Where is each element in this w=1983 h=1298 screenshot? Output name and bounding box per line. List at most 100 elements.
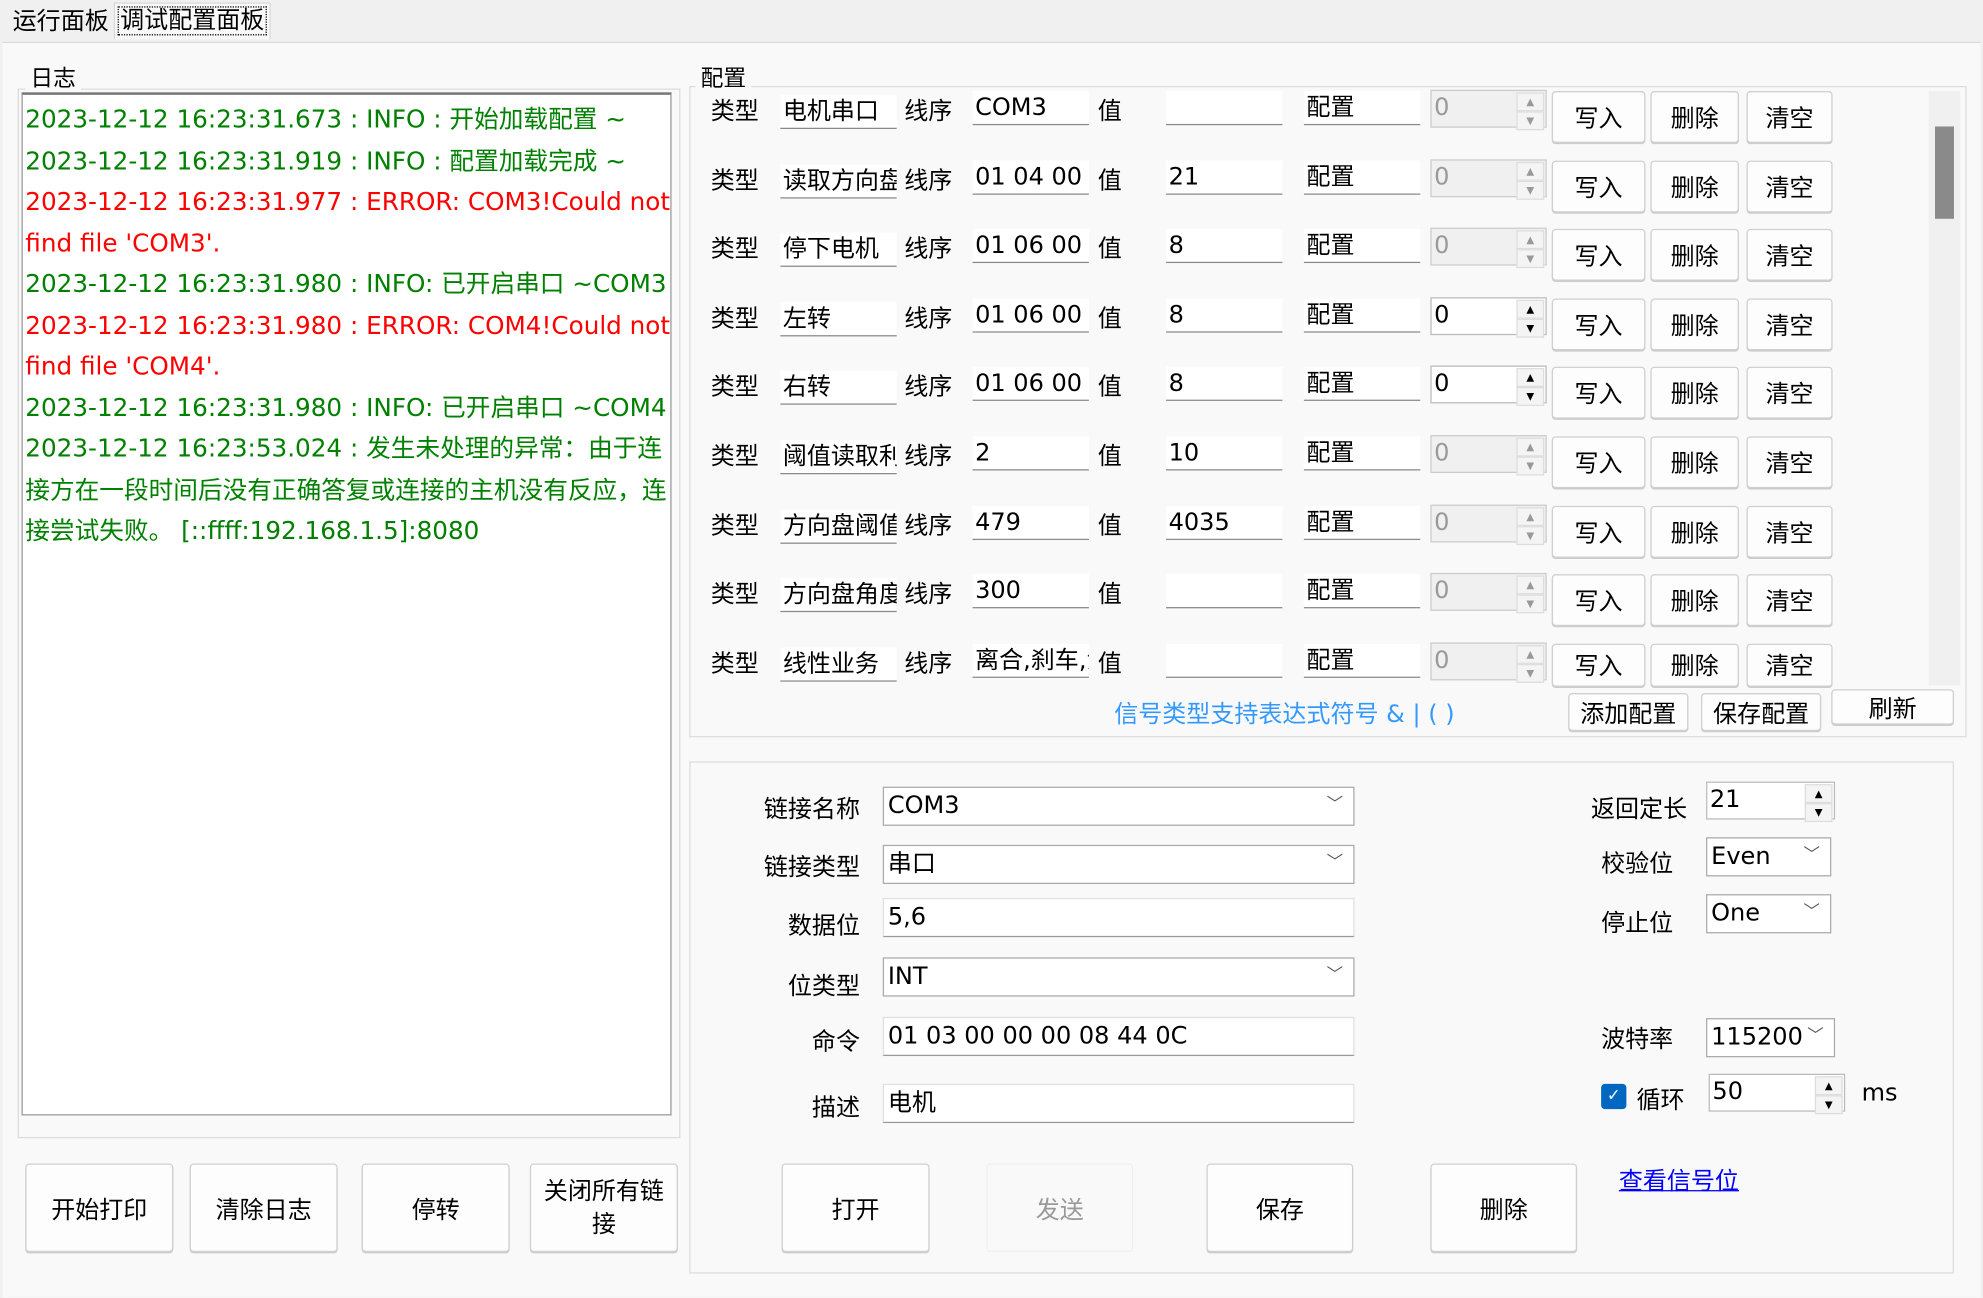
order-input[interactable]: 01 06 00 4 bbox=[972, 229, 1089, 264]
order-input[interactable]: 离合,刹车,油 bbox=[972, 643, 1089, 678]
type-input[interactable]: 方向盘阈值 bbox=[780, 509, 897, 544]
config-spinner[interactable]: 0 ▲ ▼ bbox=[1430, 227, 1547, 269]
spin-up-icon[interactable]: ▲ bbox=[1516, 161, 1545, 181]
spin-up-icon[interactable]: ▲ bbox=[1516, 437, 1545, 457]
spin-up-icon[interactable]: ▲ bbox=[1814, 1076, 1843, 1096]
config-input[interactable]: 配置 bbox=[1303, 367, 1421, 402]
clear-row-button[interactable]: 清空 bbox=[1746, 160, 1833, 212]
clear-row-button[interactable]: 清空 bbox=[1746, 436, 1833, 489]
value-input[interactable]: 4035 bbox=[1166, 505, 1283, 540]
loop-interval-spinner[interactable]: 50 ▲ ▼ bbox=[1708, 1073, 1846, 1115]
spin-up-icon[interactable]: ▲ bbox=[1516, 368, 1545, 388]
spin-up-icon[interactable]: ▲ bbox=[1516, 575, 1545, 595]
delete-row-button[interactable]: 删除 bbox=[1650, 643, 1739, 687]
write-button[interactable]: 写入 bbox=[1551, 91, 1646, 143]
type-input[interactable]: 右转 bbox=[780, 371, 897, 406]
config-spinner[interactable]: 0 ▲ ▼ bbox=[1430, 365, 1547, 407]
stop-bits-select[interactable]: One ﹀ bbox=[1706, 894, 1832, 934]
command-input[interactable]: 01 03 00 00 00 08 44 0C bbox=[882, 1016, 1355, 1057]
view-signals-link[interactable]: 查看信号位 bbox=[1619, 1162, 1739, 1196]
config-spinner[interactable]: 0 ▲ ▼ bbox=[1430, 158, 1547, 200]
delete-row-button[interactable]: 删除 bbox=[1650, 574, 1739, 627]
value-input[interactable] bbox=[1166, 643, 1283, 678]
value-input[interactable]: 21 bbox=[1166, 160, 1283, 195]
config-input[interactable]: 配置 bbox=[1303, 643, 1421, 678]
config-input[interactable]: 配置 bbox=[1303, 91, 1421, 126]
spin-down-icon[interactable]: ▼ bbox=[1516, 387, 1545, 407]
parity-select[interactable]: Even ﹀ bbox=[1706, 837, 1832, 877]
spin-up-icon[interactable]: ▲ bbox=[1516, 92, 1545, 112]
config-input[interactable]: 配置 bbox=[1303, 160, 1421, 195]
config-spinner[interactable]: 0 ▲ ▼ bbox=[1430, 296, 1547, 338]
spin-down-icon[interactable]: ▼ bbox=[1814, 1095, 1843, 1115]
description-input[interactable]: 电机 bbox=[882, 1083, 1355, 1124]
add-config-button[interactable]: 添加配置 bbox=[1568, 693, 1689, 731]
spin-down-icon[interactable]: ▼ bbox=[1516, 663, 1545, 683]
write-button[interactable]: 写入 bbox=[1551, 229, 1646, 282]
baud-rate-select[interactable]: 115200 ﹀ bbox=[1706, 1018, 1836, 1058]
delete-row-button[interactable]: 删除 bbox=[1650, 91, 1739, 143]
save-config-button[interactable]: 保存配置 bbox=[1701, 693, 1822, 731]
config-spinner[interactable]: 0 ▲ ▼ bbox=[1430, 573, 1547, 614]
clear-log-button[interactable]: 清除日志 bbox=[189, 1163, 338, 1253]
value-input[interactable]: 8 bbox=[1166, 229, 1283, 264]
spin-down-icon[interactable]: ▼ bbox=[1516, 456, 1545, 476]
link-type-select[interactable]: 串口 ﹀ bbox=[882, 844, 1355, 885]
config-spinner[interactable]: 0 ▲ ▼ bbox=[1430, 642, 1547, 683]
delete-row-button[interactable]: 删除 bbox=[1650, 229, 1739, 282]
write-button[interactable]: 写入 bbox=[1551, 160, 1646, 212]
config-spinner[interactable]: 0 ▲ ▼ bbox=[1430, 504, 1547, 545]
spin-down-icon[interactable]: ▼ bbox=[1516, 111, 1545, 131]
clear-row-button[interactable]: 清空 bbox=[1746, 643, 1833, 687]
type-input[interactable]: 阈值读取利 bbox=[780, 440, 897, 475]
spin-up-icon[interactable]: ▲ bbox=[1516, 230, 1545, 250]
type-input[interactable]: 方向盘角度 bbox=[780, 578, 897, 613]
link-name-select[interactable]: COM3 ﹀ bbox=[882, 786, 1355, 826]
save-button[interactable]: 保存 bbox=[1206, 1163, 1354, 1253]
spin-up-icon[interactable]: ▲ bbox=[1516, 644, 1545, 664]
order-input[interactable]: 01 04 00 0 bbox=[972, 160, 1089, 195]
type-input[interactable]: 电机串口 bbox=[780, 94, 897, 129]
type-input[interactable]: 线性业务 bbox=[780, 647, 897, 682]
spin-down-icon[interactable]: ▼ bbox=[1516, 180, 1545, 200]
tab-debug-config-panel[interactable]: 调试配置面板 bbox=[113, 2, 271, 40]
delete-row-button[interactable]: 删除 bbox=[1650, 160, 1739, 212]
delete-row-button[interactable]: 删除 bbox=[1650, 436, 1739, 489]
value-input[interactable] bbox=[1166, 91, 1283, 126]
clear-row-button[interactable]: 清空 bbox=[1746, 367, 1833, 420]
refresh-button[interactable]: 刷新 bbox=[1831, 689, 1954, 725]
type-input[interactable]: 读取方向盘 bbox=[780, 163, 897, 199]
write-button[interactable]: 写入 bbox=[1551, 367, 1646, 420]
delete-button[interactable]: 删除 bbox=[1430, 1163, 1578, 1253]
spin-down-icon[interactable]: ▼ bbox=[1516, 594, 1545, 614]
config-input[interactable]: 配置 bbox=[1303, 436, 1421, 471]
order-input[interactable]: 2 bbox=[972, 436, 1089, 471]
value-input[interactable]: 8 bbox=[1166, 298, 1283, 333]
clear-row-button[interactable]: 清空 bbox=[1746, 574, 1833, 627]
bit-type-select[interactable]: INT ﹀ bbox=[882, 957, 1355, 997]
tab-run-panel[interactable]: 运行面板 bbox=[8, 5, 114, 42]
spin-down-icon[interactable]: ▼ bbox=[1516, 318, 1545, 338]
type-input[interactable]: 停下电机 bbox=[780, 232, 897, 268]
write-button[interactable]: 写入 bbox=[1551, 643, 1646, 687]
spin-down-icon[interactable]: ▼ bbox=[1804, 803, 1833, 823]
clear-row-button[interactable]: 清空 bbox=[1746, 505, 1833, 558]
loop-checkbox[interactable]: ✓ bbox=[1601, 1083, 1627, 1110]
data-bits-input[interactable]: 5,6 bbox=[882, 897, 1355, 938]
config-spinner[interactable]: 0 ▲ ▼ bbox=[1430, 89, 1547, 131]
spin-up-icon[interactable]: ▲ bbox=[1804, 784, 1833, 804]
value-input[interactable]: 8 bbox=[1166, 367, 1283, 402]
write-button[interactable]: 写入 bbox=[1551, 436, 1646, 489]
type-input[interactable]: 左转 bbox=[780, 302, 897, 337]
order-input[interactable]: 01 06 00 4 bbox=[972, 367, 1089, 402]
write-button[interactable]: 写入 bbox=[1551, 574, 1646, 627]
return-length-spinner[interactable]: 21 ▲ ▼ bbox=[1706, 781, 1836, 823]
config-spinner[interactable]: 0 ▲ ▼ bbox=[1430, 435, 1547, 476]
close-all-links-button[interactable]: 关闭所有链接 bbox=[529, 1163, 678, 1253]
order-input[interactable]: COM3 bbox=[972, 91, 1089, 126]
config-input[interactable]: 配置 bbox=[1303, 574, 1421, 609]
config-input[interactable]: 配置 bbox=[1303, 229, 1421, 264]
order-input[interactable]: 479 bbox=[972, 505, 1089, 540]
delete-row-button[interactable]: 删除 bbox=[1650, 298, 1739, 351]
order-input[interactable]: 300 bbox=[972, 574, 1089, 609]
